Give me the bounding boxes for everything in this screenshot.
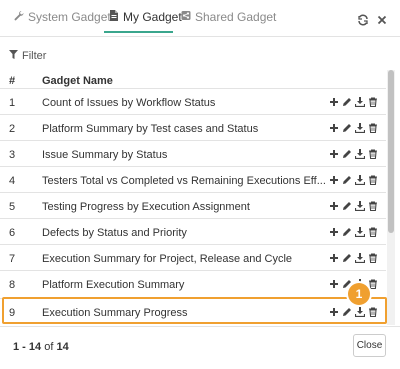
table-row[interactable]: 2 Platform Summary by Test cases and Sta… bbox=[0, 114, 386, 141]
pencil-icon[interactable] bbox=[342, 201, 352, 211]
refresh-icon[interactable] bbox=[357, 13, 369, 26]
pencil-icon[interactable] bbox=[342, 227, 352, 237]
table-row[interactable]: 1 Count of Issues by Workflow Status bbox=[0, 88, 386, 115]
close-icon[interactable] bbox=[376, 13, 388, 25]
download-icon[interactable] bbox=[355, 201, 365, 211]
gadget-name: Execution Summary for Project, Release a… bbox=[42, 253, 293, 265]
row-number: 1 bbox=[9, 97, 16, 109]
row-actions bbox=[329, 123, 378, 133]
table-row[interactable]: 4 Testers Total vs Completed vs Remainin… bbox=[0, 166, 386, 193]
plus-icon[interactable] bbox=[329, 279, 339, 289]
gadget-name: Testers Total vs Completed vs Remaining … bbox=[42, 175, 326, 187]
filter-label: Filter bbox=[22, 50, 47, 62]
pencil-icon[interactable] bbox=[342, 123, 352, 133]
tab-my-gadget[interactable]: My Gadget bbox=[109, 10, 182, 24]
scrollbar-thumb[interactable] bbox=[388, 70, 394, 233]
highlight-box bbox=[2, 297, 387, 324]
plus-icon[interactable] bbox=[329, 201, 339, 211]
plus-icon[interactable] bbox=[329, 227, 339, 237]
pencil-icon[interactable] bbox=[342, 97, 352, 107]
tab-label: System Gadget bbox=[28, 10, 111, 24]
row-number: 7 bbox=[9, 253, 16, 265]
funnel-icon bbox=[9, 50, 18, 62]
trash-icon[interactable] bbox=[368, 253, 378, 263]
tab-shared-gadget[interactable]: Shared Gadget bbox=[181, 10, 276, 24]
plus-icon[interactable] bbox=[329, 175, 339, 185]
download-icon[interactable] bbox=[355, 253, 365, 263]
share-icon bbox=[181, 10, 191, 24]
tab-system-gadget[interactable]: System Gadget bbox=[14, 10, 111, 24]
plus-icon[interactable] bbox=[329, 97, 339, 107]
scrollbar[interactable] bbox=[387, 70, 395, 325]
tab-label: Shared Gadget bbox=[195, 10, 277, 24]
trash-icon[interactable] bbox=[368, 279, 378, 289]
row-actions bbox=[329, 227, 378, 237]
wrench-icon bbox=[14, 10, 24, 24]
pencil-icon[interactable] bbox=[342, 253, 352, 263]
download-icon[interactable] bbox=[355, 227, 365, 237]
pencil-icon[interactable] bbox=[342, 149, 352, 159]
gadget-name: Platform Execution Summary bbox=[42, 279, 185, 291]
gadget-name: Count of Issues by Workflow Status bbox=[42, 97, 216, 109]
trash-icon[interactable] bbox=[368, 123, 378, 133]
row-number: 8 bbox=[9, 279, 16, 291]
trash-icon[interactable] bbox=[368, 97, 378, 107]
pagination-range: 1 - 14 bbox=[13, 341, 42, 353]
table-row[interactable]: 8 Platform Execution Summary bbox=[0, 270, 386, 297]
row-actions bbox=[329, 149, 378, 159]
trash-icon[interactable] bbox=[368, 201, 378, 211]
tab-label: My Gadget bbox=[123, 10, 182, 24]
table-row[interactable]: 7 Execution Summary for Project, Release… bbox=[0, 244, 386, 271]
pagination-info: 1 - 14 of 14 bbox=[13, 341, 69, 353]
active-tab-indicator bbox=[104, 31, 173, 33]
close-button[interactable]: Close bbox=[353, 334, 386, 357]
plus-icon[interactable] bbox=[329, 123, 339, 133]
document-icon bbox=[109, 10, 119, 24]
plus-icon[interactable] bbox=[329, 253, 339, 263]
filter-toggle[interactable]: Filter bbox=[9, 50, 46, 62]
download-icon[interactable] bbox=[355, 175, 365, 185]
row-actions bbox=[329, 175, 378, 185]
row-actions bbox=[329, 201, 378, 211]
trash-icon[interactable] bbox=[368, 227, 378, 237]
gadget-name: Defects by Status and Priority bbox=[42, 227, 187, 239]
trash-icon[interactable] bbox=[368, 149, 378, 159]
download-icon[interactable] bbox=[355, 97, 365, 107]
column-header-gadget-name: Gadget Name bbox=[42, 75, 113, 87]
column-header-number: # bbox=[9, 75, 16, 87]
pagination-of: of bbox=[44, 341, 54, 353]
row-number: 5 bbox=[9, 201, 16, 213]
table-row[interactable]: 5 Testing Progress by Execution Assignme… bbox=[0, 192, 386, 219]
row-number: 3 bbox=[9, 149, 16, 161]
row-number: 6 bbox=[9, 227, 16, 239]
step-badge: 1 bbox=[348, 283, 370, 305]
download-icon[interactable] bbox=[355, 123, 365, 133]
gadget-dialog: System Gadget My Gadget Shared Gadget Fi… bbox=[0, 0, 400, 369]
table-row[interactable]: 3 Issue Summary by Status bbox=[0, 140, 386, 167]
footer-divider bbox=[0, 326, 400, 327]
row-actions bbox=[329, 253, 378, 263]
tab-bar: System Gadget My Gadget Shared Gadget bbox=[0, 0, 400, 37]
download-icon[interactable] bbox=[355, 149, 365, 159]
row-number: 2 bbox=[9, 123, 16, 135]
trash-icon[interactable] bbox=[368, 175, 378, 185]
gadget-name: Platform Summary by Test cases and Statu… bbox=[42, 123, 259, 135]
pencil-icon[interactable] bbox=[342, 175, 352, 185]
row-number: 4 bbox=[9, 175, 16, 187]
table-row[interactable]: 6 Defects by Status and Priority bbox=[0, 218, 386, 245]
gadget-name: Testing Progress by Execution Assignment bbox=[42, 201, 250, 213]
gadget-name: Issue Summary by Status bbox=[42, 149, 168, 161]
pagination-total: 14 bbox=[56, 341, 69, 353]
plus-icon[interactable] bbox=[329, 149, 339, 159]
row-actions bbox=[329, 97, 378, 107]
